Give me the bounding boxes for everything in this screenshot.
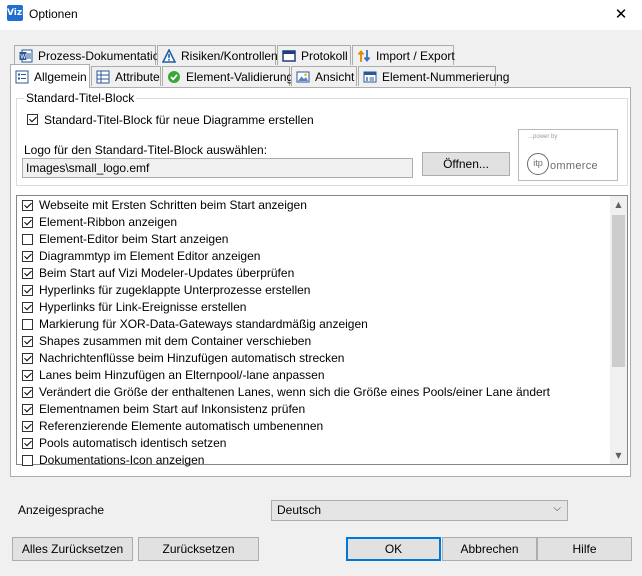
- option-label: Elementnamen beim Start auf Inkonsistenz…: [39, 402, 306, 416]
- option-label: Markierung für XOR-Data-Gateways standar…: [39, 317, 368, 331]
- reset-all-button[interactable]: Alles Zurücksetzen: [12, 537, 133, 561]
- cancel-button[interactable]: Abbrechen: [442, 537, 537, 561]
- title-block-checkbox[interactable]: [27, 114, 38, 125]
- tab-label: Protokoll: [301, 48, 348, 63]
- tab-prozess-dokumentation[interactable]: W Prozess-Dokumentation: [14, 45, 166, 65]
- logo-preview-word: ommerce: [550, 160, 598, 172]
- logo-path-field[interactable]: Images\small_logo.emf: [22, 158, 413, 178]
- option-label: Nachrichtenflüsse beim Hinzufügen automa…: [39, 351, 345, 365]
- tab-allgemein[interactable]: Allgemein: [10, 64, 90, 88]
- option-checkbox[interactable]: [22, 319, 33, 330]
- list-icon: [15, 70, 29, 84]
- options-checklist[interactable]: Webseite mit Ersten Schritten beim Start…: [16, 195, 628, 467]
- title-block-group-label: Standard-Titel-Block: [24, 91, 137, 105]
- tab-label: Element-Validierung: [186, 69, 294, 84]
- option-checkbox[interactable]: [22, 234, 33, 245]
- word-doc-icon: W: [19, 49, 33, 63]
- tab-import-export[interactable]: Import / Export: [352, 45, 455, 65]
- tab-label: Prozess-Dokumentation: [38, 48, 167, 63]
- open-logo-button[interactable]: Öffnen...: [422, 152, 510, 176]
- option-label: Diagrammtyp im Element Editor anzeigen: [39, 249, 261, 263]
- logo-preview: …power by itp ommerce: [518, 129, 618, 181]
- option-label: Lanes beim Hinzufügen an Elternpool/-lan…: [39, 368, 325, 382]
- option-label: Pools automatisch identisch setzen: [39, 436, 227, 450]
- scroll-down-arrow-icon[interactable]: ▼: [610, 447, 627, 464]
- option-label: Beim Start auf Vizi Modeler-Updates über…: [39, 266, 295, 280]
- numbering-icon: [363, 70, 377, 84]
- tab-element-nummerierung[interactable]: Element-Nummerierung: [358, 66, 509, 86]
- logo-preview-circle: itp: [527, 153, 549, 175]
- image-view-icon: [296, 70, 310, 84]
- tab-label: Import / Export: [376, 48, 455, 63]
- option-checkbox[interactable]: [22, 404, 33, 415]
- option-checkbox[interactable]: [22, 387, 33, 398]
- option-checkbox[interactable]: [22, 421, 33, 432]
- option-checkbox[interactable]: [22, 200, 33, 211]
- option-checkbox[interactable]: [22, 438, 33, 449]
- option-label: Element-Ribbon anzeigen: [39, 215, 178, 229]
- scroll-thumb[interactable]: [612, 215, 625, 367]
- option-checkbox[interactable]: [22, 268, 33, 279]
- tab-risiken-kontrollen[interactable]: Risiken/Kontrollen: [157, 45, 278, 65]
- option-checkbox[interactable]: [22, 302, 33, 313]
- import-export-arrows-icon: [357, 49, 371, 63]
- option-label: Element-Editor beim Start anzeigen: [39, 232, 229, 246]
- tab-label: Attribute: [115, 69, 160, 84]
- svg-text:W: W: [20, 53, 26, 60]
- option-label: Hyperlinks für zugeklappte Unterprozesse…: [39, 283, 311, 297]
- option-checkbox[interactable]: [22, 455, 33, 466]
- tab-protokoll[interactable]: Protokoll: [277, 45, 351, 65]
- ok-button[interactable]: OK: [346, 537, 441, 561]
- title-bar: Vizi Optionen ✕: [0, 0, 642, 30]
- options-scrollbar[interactable]: ▲ ▼: [610, 196, 627, 464]
- close-button[interactable]: ✕: [608, 3, 634, 25]
- language-label: Anzeigesprache: [18, 503, 105, 517]
- option-checkbox[interactable]: [22, 251, 33, 262]
- table-icon: [96, 70, 110, 84]
- tab-label: Ansicht: [315, 69, 355, 84]
- reset-button[interactable]: Zurücksetzen: [138, 537, 259, 561]
- tab-label: Element-Nummerierung: [382, 69, 510, 84]
- option-checkbox[interactable]: [22, 285, 33, 296]
- option-label: Dokumentations-Icon anzeigen: [39, 453, 205, 467]
- tab-label: Allgemein: [34, 69, 87, 84]
- chevron-down-icon: ⌵: [553, 503, 561, 514]
- option-label: Referenzierende Elemente automatisch umb…: [39, 419, 324, 433]
- window-log-icon: [282, 49, 296, 63]
- tab-ansicht[interactable]: Ansicht: [291, 66, 357, 86]
- help-button[interactable]: Hilfe: [537, 537, 632, 561]
- option-label: Hyperlinks für Link-Ereignisse erstellen: [39, 300, 247, 314]
- app-icon: Vizi: [7, 5, 25, 21]
- option-label: Webseite mit Ersten Schritten beim Start…: [39, 198, 307, 212]
- option-checkbox[interactable]: [22, 370, 33, 381]
- close-icon: ✕: [614, 5, 628, 23]
- language-selected-value: Deutsch: [277, 503, 322, 517]
- warning-triangle-icon: [162, 48, 176, 63]
- title-block-checkbox-label: Standard-Titel-Block für neue Diagramme …: [44, 113, 314, 127]
- tab-attribute[interactable]: Attribute: [91, 66, 161, 86]
- window-title: Optionen: [29, 7, 78, 21]
- option-checkbox[interactable]: [22, 336, 33, 347]
- option-checkbox[interactable]: [22, 217, 33, 228]
- tab-label: Risiken/Kontrollen: [181, 48, 278, 63]
- green-check-icon: [167, 70, 181, 84]
- logo-select-label: Logo für den Standard-Titel-Block auswäh…: [24, 143, 268, 157]
- language-select[interactable]: Deutsch ⌵: [271, 500, 568, 521]
- tab-element-validierung[interactable]: Element-Validierung: [162, 66, 294, 86]
- logo-preview-small-text: …power by: [527, 134, 558, 140]
- option-label: Shapes zusammen mit dem Container versch…: [39, 334, 312, 348]
- option-checkbox[interactable]: [22, 353, 33, 364]
- scroll-up-arrow-icon[interactable]: ▲: [610, 196, 627, 213]
- option-label: Verändert die Größe der enthaltenen Lane…: [39, 385, 550, 399]
